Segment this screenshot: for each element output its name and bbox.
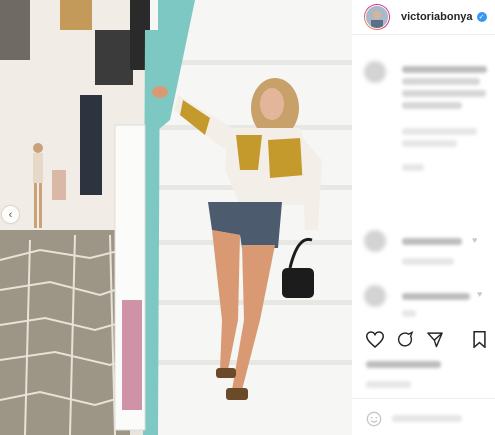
- verified-badge-icon: ✓: [476, 12, 487, 22]
- avatar-image: [365, 5, 389, 29]
- chevron-left-icon: ‹: [8, 208, 13, 221]
- comment-icon[interactable]: [396, 331, 414, 348]
- heart-icon[interactable]: [366, 331, 384, 348]
- post-sidebar: victoriabonya ✓ ♥ ♥: [352, 0, 495, 435]
- avatar[interactable]: [364, 4, 390, 30]
- bookmark-icon[interactable]: [472, 331, 487, 353]
- comment-divider: [352, 398, 495, 399]
- previous-photo-button[interactable]: ‹: [2, 206, 19, 223]
- post-header: victoriabonya ✓: [352, 0, 495, 35]
- send-icon[interactable]: [426, 331, 444, 348]
- likes-and-date: [352, 355, 495, 395]
- post-photo: ‹: [0, 0, 352, 435]
- post-actions: [366, 331, 444, 348]
- caption-and-comments: ♥ ♥: [352, 34, 495, 329]
- username-link[interactable]: victoriabonya: [401, 11, 473, 23]
- add-comment-field[interactable]: [352, 413, 495, 425]
